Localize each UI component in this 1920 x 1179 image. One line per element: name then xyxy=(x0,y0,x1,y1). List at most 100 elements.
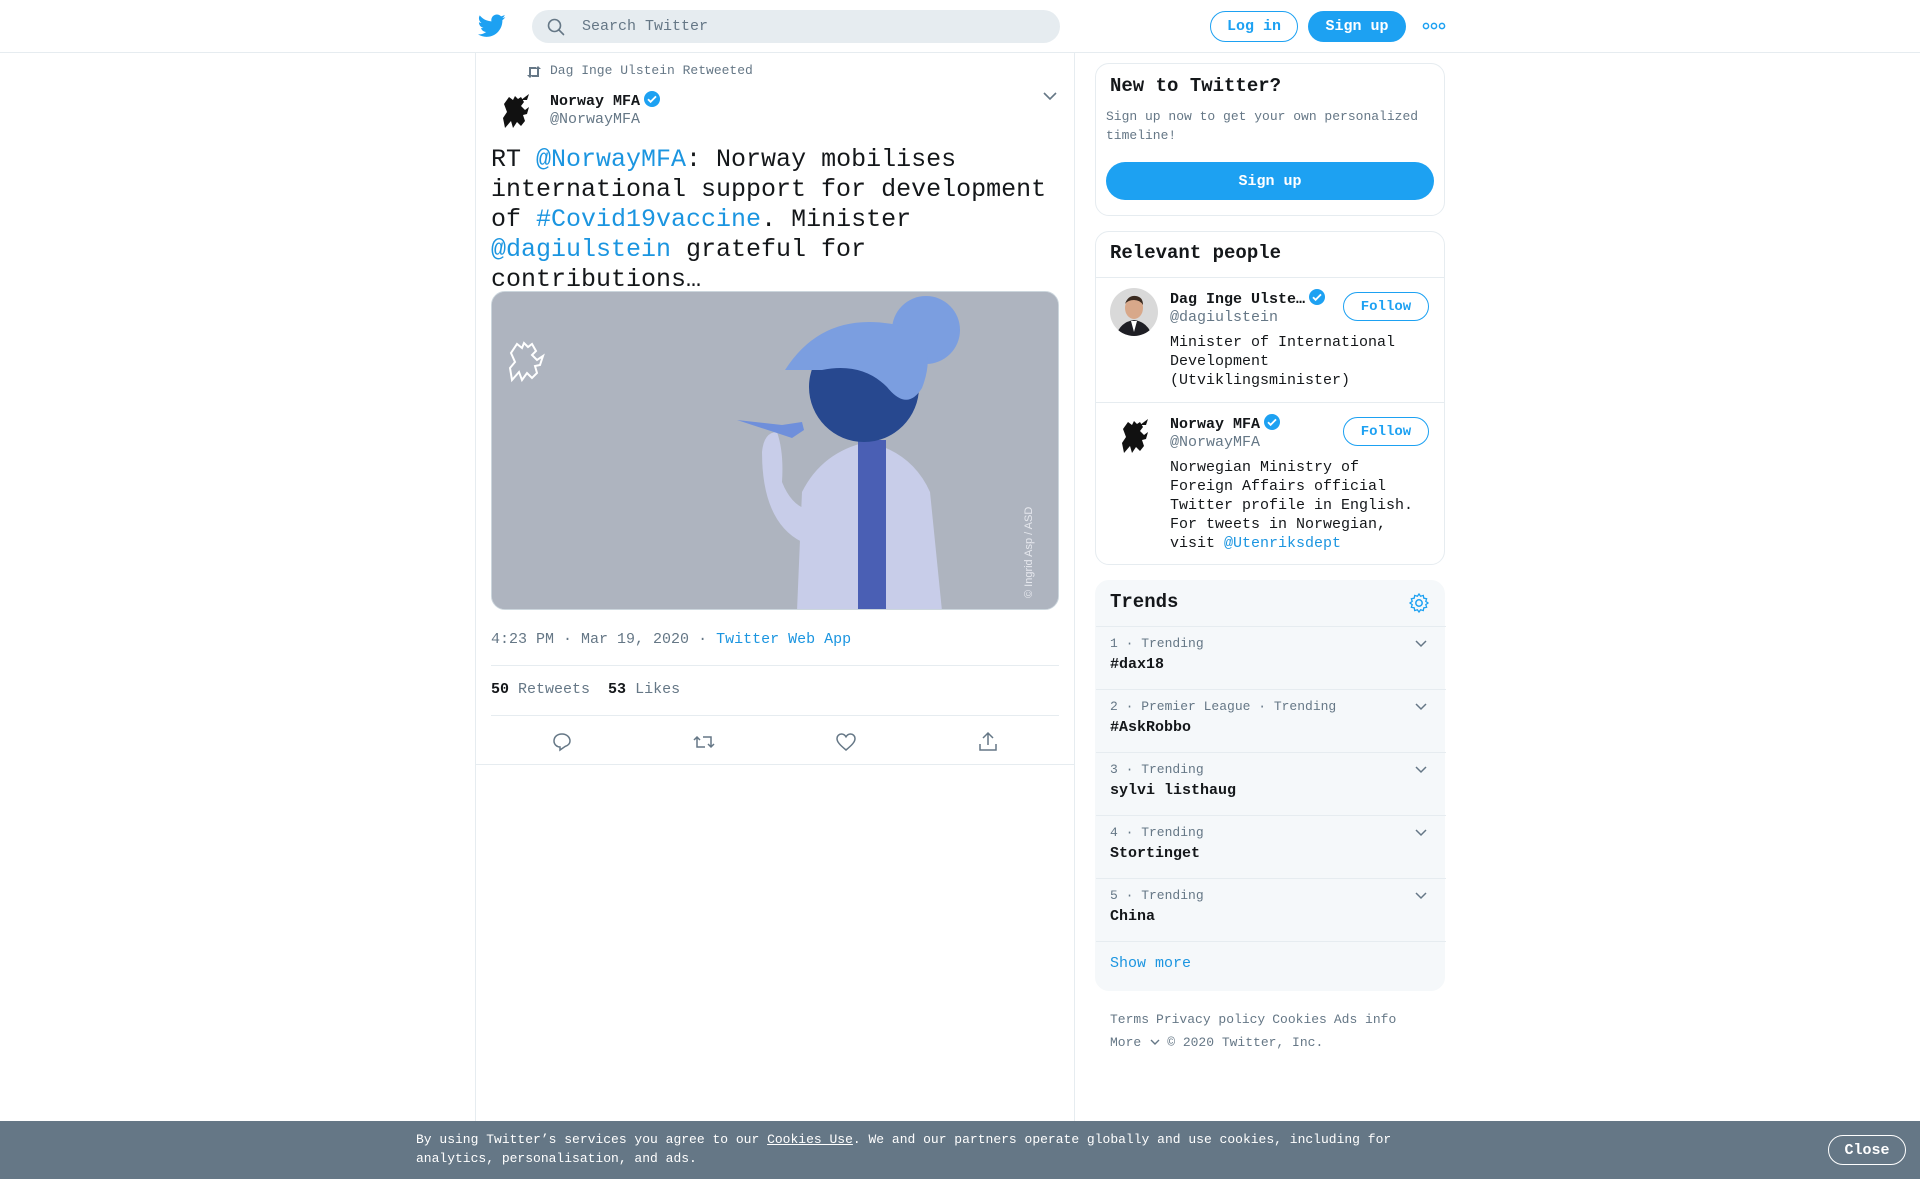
close-cookie-bar-button[interactable]: Close xyxy=(1828,1135,1906,1165)
trend-meta: 2 · Premier League · Trending xyxy=(1110,699,1337,714)
media-photo-credit: © Ingrid Asp / ASD xyxy=(1023,506,1035,598)
tweet-stats: 50 Retweets 53 Likes xyxy=(491,681,680,698)
person-avatar-dagiulstein[interactable] xyxy=(1110,288,1158,336)
trend-name[interactable]: sylvi listhaug xyxy=(1110,782,1236,799)
person-bio-dagiulstein: Minister of International Development (U… xyxy=(1170,334,1396,389)
author-avatar[interactable] xyxy=(491,88,539,136)
norway-lion-emblem-icon xyxy=(1110,413,1158,461)
footer-link-privacy[interactable]: Privacy policy xyxy=(1156,1012,1265,1027)
stats-bottom-divider xyxy=(491,715,1059,716)
person-name-dagiulstein[interactable]: Dag Inge Ulste… xyxy=(1170,288,1326,308)
trend-name[interactable]: Stortinget xyxy=(1110,845,1200,862)
sidebar-signup-button[interactable]: Sign up xyxy=(1106,162,1434,200)
footer-copyright: © 2020 Twitter, Inc. xyxy=(1167,1035,1324,1050)
trend-meta: 4 · Trending xyxy=(1110,825,1204,840)
reply-icon[interactable] xyxy=(550,730,574,754)
verified-badge-icon xyxy=(1309,289,1326,305)
person-name-text[interactable]: Dag Inge Ulste… xyxy=(1170,291,1305,308)
mention-link-dagiulstein[interactable]: @dagiulstein xyxy=(491,235,671,264)
new-to-twitter-card: New to Twitter? Sign up now to get your … xyxy=(1095,63,1445,216)
likes-label: Likes xyxy=(635,681,681,698)
trends-divider xyxy=(1096,941,1446,942)
top-navigation-bar: Log in Sign up xyxy=(0,0,1920,53)
mention-link-norwaymfa[interactable]: @NorwayMFA xyxy=(536,145,686,174)
trend-item[interactable]: 4 · Trending Stortinget xyxy=(1096,815,1446,878)
person-bio-norwaymfa: Norwegian Ministry of Foreign Affairs of… xyxy=(1170,458,1430,553)
footer-more-label[interactable]: More xyxy=(1110,1035,1141,1050)
chevron-down-icon[interactable] xyxy=(1414,828,1428,838)
tweet-media-image[interactable] xyxy=(491,291,1059,610)
footer-link-terms[interactable]: Terms xyxy=(1110,1012,1149,1027)
tweet-text-part: . Minister xyxy=(761,205,912,234)
meta-separator: · xyxy=(698,631,708,648)
tweet-source-link[interactable]: Twitter Web App xyxy=(716,631,851,648)
cookies-use-link[interactable]: Cookies Use xyxy=(767,1132,853,1147)
likes-stat[interactable]: 53 Likes xyxy=(608,681,680,698)
cookie-text-before: By using Twitter’s services you agree to… xyxy=(416,1132,768,1147)
trends-title: Trends xyxy=(1110,591,1179,613)
person-avatar-norwaymfa[interactable] xyxy=(1110,413,1158,461)
retweets-count: 50 xyxy=(491,681,510,698)
trend-meta: 3 · Trending xyxy=(1110,762,1204,777)
sidebar-footer: Terms Privacy policy Cookies Ads info More ©… xyxy=(1110,1008,1440,1054)
more-options-icon[interactable] xyxy=(1422,18,1446,34)
trend-item[interactable]: 3 · Trending sylvi listhaug xyxy=(1096,752,1446,815)
person-name-text[interactable]: Norway MFA xyxy=(1170,416,1260,433)
tweet-timestamp[interactable]: 4:23 PM · Mar 19, 2020 xyxy=(491,631,689,648)
footer-link-cookies[interactable]: Cookies xyxy=(1272,1012,1327,1027)
trend-item[interactable]: 5 · Trending China xyxy=(1096,878,1446,941)
author-name-text[interactable]: Norway MFA xyxy=(550,93,640,110)
footer-link-ads-info[interactable]: Ads info xyxy=(1334,1012,1396,1027)
new-to-twitter-description: Sign up now to get your own personalized… xyxy=(1106,109,1419,143)
search-input[interactable] xyxy=(582,10,1042,43)
likes-count: 53 xyxy=(608,681,627,698)
trend-item[interactable]: 1 · Trending #dax18 xyxy=(1096,626,1446,689)
gear-icon[interactable] xyxy=(1408,592,1430,614)
twitter-logo-icon[interactable] xyxy=(478,14,506,38)
signup-button[interactable]: Sign up xyxy=(1308,11,1406,42)
mention-link-utenriksdept[interactable]: @Utenriksdept xyxy=(1224,535,1341,552)
trends-card: Trends 1 · Trending #dax18 2 · Premier L… xyxy=(1095,580,1446,991)
author-name[interactable]: Norway MFA xyxy=(550,90,661,110)
chevron-down-icon[interactable] xyxy=(1414,765,1428,775)
person-handle-dagiulstein[interactable]: @dagiulstein xyxy=(1170,309,1278,326)
retweets-stat[interactable]: 50 Retweets xyxy=(491,681,590,698)
trend-name[interactable]: #dax18 xyxy=(1110,656,1164,673)
relevant-people-title: Relevant people xyxy=(1110,242,1282,264)
follow-button-norwaymfa[interactable]: Follow xyxy=(1343,417,1429,446)
chevron-down-icon[interactable] xyxy=(1414,702,1428,712)
search-box[interactable] xyxy=(532,10,1060,43)
footer-more-menu[interactable]: More xyxy=(1110,1035,1160,1050)
people-divider xyxy=(1096,277,1444,278)
tweet-text-part: RT xyxy=(491,145,537,174)
trend-name[interactable]: China xyxy=(1110,908,1155,925)
person-handle-norwaymfa[interactable]: @NorwayMFA xyxy=(1170,434,1260,451)
person-name-norwaymfa[interactable]: Norway MFA xyxy=(1170,413,1281,433)
login-button[interactable]: Log in xyxy=(1210,11,1298,42)
person-photo xyxy=(1110,288,1158,336)
hashtag-link-covid19vaccine[interactable]: #Covid19vaccine xyxy=(536,205,761,234)
chevron-down-icon[interactable] xyxy=(1042,90,1058,102)
chevron-down-icon[interactable] xyxy=(1150,1039,1160,1046)
retweet-icon[interactable] xyxy=(692,730,716,754)
tweet-text: RT @NorwayMFA: Norway mobilises internat… xyxy=(491,145,1051,295)
trend-name[interactable]: #AskRobbo xyxy=(1110,719,1191,736)
chevron-down-icon[interactable] xyxy=(1414,891,1428,901)
footer-second-row: More © 2020 Twitter, Inc. xyxy=(1110,1031,1440,1054)
show-more-trends-link[interactable]: Show more xyxy=(1110,955,1191,972)
trend-item[interactable]: 2 · Premier League · Trending #AskRobbo xyxy=(1096,689,1446,752)
retweets-label: Retweets xyxy=(518,681,591,698)
retweeted-by-label[interactable]: Dag Inge Ulstein Retweeted xyxy=(550,63,753,78)
share-icon[interactable] xyxy=(976,730,1000,754)
like-icon[interactable] xyxy=(834,730,858,754)
chevron-down-icon[interactable] xyxy=(1414,639,1428,649)
trend-meta: 1 · Trending xyxy=(1110,636,1204,651)
norway-lion-emblem-icon xyxy=(491,88,539,136)
follow-button-dagiulstein[interactable]: Follow xyxy=(1343,292,1429,321)
author-handle[interactable]: @NorwayMFA xyxy=(550,111,640,128)
tweet-bottom-divider xyxy=(475,764,1075,765)
trend-meta: 5 · Trending xyxy=(1110,888,1204,903)
retweet-indicator-icon xyxy=(527,66,541,78)
verified-badge-icon xyxy=(644,91,661,107)
relevant-people-card: Relevant people Dag Inge Ulste… @dagiuls… xyxy=(1095,231,1445,565)
